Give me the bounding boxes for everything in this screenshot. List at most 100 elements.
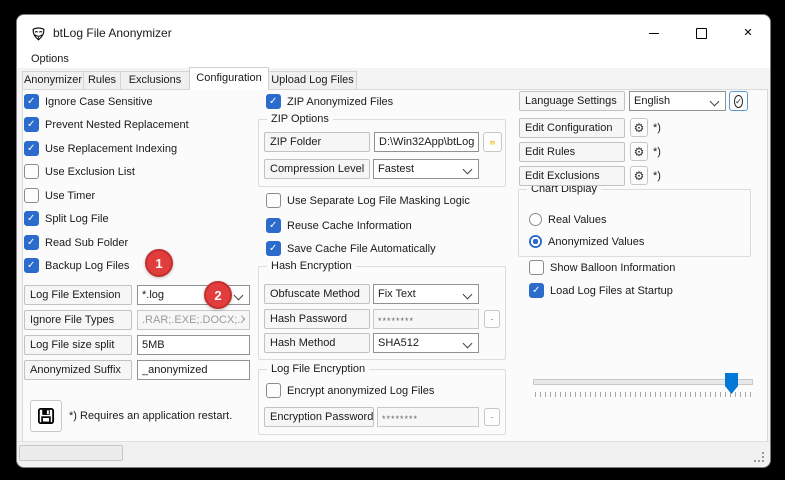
checkbox-box [24, 235, 39, 250]
tab-exclusions[interactable]: Exclusions [120, 71, 190, 89]
radio-anonymized-values[interactable]: Anonymized Values [529, 235, 644, 248]
checkbox-load-log-files-at-startup[interactable]: Load Log Files at Startup [529, 283, 673, 298]
checkbox-box [24, 188, 39, 203]
checkbox-split-log-file[interactable]: Split Log File [24, 211, 109, 226]
checkbox-label: Use Separate Log File Masking Logic [287, 195, 470, 207]
restart-asterisk: *) [653, 142, 661, 162]
anonymous-mask-icon [30, 25, 47, 42]
combo-value: SHA512 [378, 337, 464, 349]
checkbox-save-cache-automatically[interactable]: Save Cache File Automatically [266, 241, 436, 256]
tab-anonymizer[interactable]: Anonymizer [22, 71, 84, 89]
log-file-extension-combo[interactable]: *.log [137, 285, 250, 305]
label-zip-folder: ZIP Folder [264, 132, 370, 152]
encryption-password-field[interactable]: ******** [377, 407, 479, 427]
label-compression-level: Compression Level [264, 159, 370, 179]
checkbox-read-sub-folder[interactable]: Read Sub Folder [24, 235, 128, 250]
gear-icon: ⚙ [634, 122, 645, 134]
obfuscate-method-combo[interactable]: Fix Text [373, 284, 479, 304]
checkbox-box [24, 164, 39, 179]
tab-configuration[interactable]: Configuration [189, 67, 269, 90]
checkbox-label: Ignore Case Sensitive [45, 96, 153, 108]
label-log-file-size-split: Log File size split [24, 335, 132, 355]
label-encryption-password: Encryption Password [264, 407, 374, 427]
maximize-button[interactable] [686, 19, 716, 47]
checkbox-label: Save Cache File Automatically [287, 243, 436, 255]
chevron-down-icon [463, 289, 473, 299]
hash-method-combo[interactable]: SHA512 [373, 333, 479, 353]
label-obfuscate-method: Obfuscate Method [264, 284, 370, 304]
anonymized-suffix-field[interactable]: _anonymized [137, 360, 250, 380]
checkbox-label: Split Log File [45, 213, 109, 225]
tab-upload-log-files[interactable]: Upload Log Files [268, 71, 357, 89]
label-edit-configuration: Edit Configuration [519, 118, 625, 138]
restart-note: *) Requires an application restart. [69, 400, 232, 432]
reveal-hash-password-button[interactable] [484, 310, 500, 328]
checkbox-prevent-nested-replacement[interactable]: Prevent Nested Replacement [24, 117, 189, 132]
ignore-file-types-field: .RAR;.EXE;.DOCX;.X [137, 310, 250, 330]
hash-password-field[interactable]: ******** [373, 309, 479, 329]
checkbox-separate-masking-logic[interactable]: Use Separate Log File Masking Logic [266, 193, 470, 208]
reveal-encryption-password-button[interactable] [484, 408, 500, 426]
combo-value: Fix Text [378, 288, 464, 300]
checkbox-label: Show Balloon Information [550, 262, 675, 274]
chevron-down-icon [463, 164, 473, 174]
checkbox-encrypt-anonymized-log-files[interactable]: Encrypt anonymized Log Files [266, 383, 434, 398]
chevron-down-icon [463, 338, 473, 348]
menu-item-options[interactable]: Options [27, 51, 73, 68]
checkbox-label: Encrypt anonymized Log Files [287, 385, 434, 397]
checkbox-box [529, 283, 544, 298]
checkbox-reuse-cache-information[interactable]: Reuse Cache Information [266, 218, 412, 233]
slider-track[interactable] [533, 379, 753, 385]
close-icon: ✕ [743, 28, 752, 39]
checkbox-label: Read Sub Folder [45, 237, 128, 249]
status-panel [19, 445, 123, 461]
radio-real-values[interactable]: Real Values [529, 213, 607, 226]
combo-value: Fastest [378, 163, 464, 175]
field-value: _anonymized [142, 364, 245, 376]
edit-rules-button[interactable]: ⚙ [630, 142, 648, 161]
checkbox-zip-anonymized-files[interactable]: ZIP Anonymized Files [266, 94, 393, 109]
minimize-icon [649, 33, 659, 34]
tab-rules[interactable]: Rules [83, 71, 121, 89]
checkbox-box [266, 241, 281, 256]
radio-circle [529, 235, 542, 248]
reveal-password-icon [491, 315, 493, 324]
browse-folder-button[interactable] [483, 132, 502, 152]
checkbox-label: Load Log Files at Startup [550, 285, 673, 297]
gear-icon: ⚙ [634, 170, 645, 182]
group-title: Log File Encryption [267, 363, 369, 375]
radio-label: Real Values [548, 214, 607, 226]
menu-bar: Options [17, 51, 770, 68]
floppy-disk-icon [37, 405, 55, 427]
zip-folder-field[interactable]: D:\Win32App\btLogF [374, 132, 479, 152]
checkbox-use-exclusion-list[interactable]: Use Exclusion List [24, 164, 135, 179]
title-bar: btLog File Anonymizer ✕ [17, 15, 770, 51]
resize-grip[interactable] [762, 460, 764, 462]
checkbox-label: Prevent Nested Replacement [45, 119, 189, 131]
checkbox-show-balloon-information[interactable]: Show Balloon Information [529, 260, 675, 275]
edit-exclusions-button[interactable]: ⚙ [630, 166, 648, 185]
checkbox-label: Backup Log Files [45, 260, 129, 272]
checkbox-use-replacement-indexing[interactable]: Use Replacement Indexing [24, 141, 177, 156]
gear-icon: ⚙ [634, 146, 645, 158]
slider-tick-marks [535, 392, 751, 397]
language-combo[interactable]: English [629, 91, 726, 111]
tab-strip: Anonymizer Rules Exclusions Configuratio… [17, 67, 770, 89]
edit-configuration-button[interactable]: ⚙ [630, 118, 648, 137]
checkbox-use-timer[interactable]: Use Timer [24, 188, 95, 203]
save-button[interactable] [30, 400, 62, 432]
checkbox-ignore-case-sensitive[interactable]: Ignore Case Sensitive [24, 94, 153, 109]
apply-language-button[interactable]: ✓ [729, 91, 748, 111]
log-file-size-split-field[interactable]: 5MB [137, 335, 250, 355]
minimize-button[interactable] [639, 19, 669, 47]
checkbox-label: Reuse Cache Information [287, 220, 412, 232]
close-button[interactable]: ✕ [733, 19, 763, 47]
radio-label: Anonymized Values [548, 236, 644, 248]
label-language-settings: Language Settings [519, 91, 625, 111]
checkbox-box [266, 193, 281, 208]
compression-level-combo[interactable]: Fastest [373, 159, 479, 179]
app-window: btLog File Anonymizer ✕ Options Anonymiz… [16, 14, 771, 468]
label-hash-password: Hash Password [264, 309, 370, 329]
checkbox-backup-log-files[interactable]: Backup Log Files [24, 258, 129, 273]
field-value: 5MB [142, 339, 245, 351]
